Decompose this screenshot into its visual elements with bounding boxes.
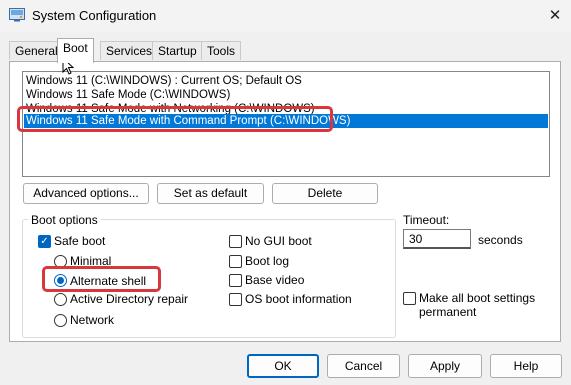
- tab-boot[interactable]: Boot: [57, 38, 94, 63]
- delete-button[interactable]: Delete: [272, 183, 378, 204]
- boot-log-checkbox[interactable]: [229, 255, 242, 268]
- base-video-checkbox[interactable]: [229, 274, 242, 287]
- no-gui-boot-label: No GUI boot: [245, 234, 312, 248]
- network-label: Network: [70, 313, 115, 327]
- tab-services[interactable]: Services: [100, 41, 159, 60]
- os-list-item[interactable]: Windows 11 Safe Mode (C:\WINDOWS): [26, 88, 230, 102]
- os-boot-information-label: OS boot information: [245, 292, 352, 306]
- tab-startup[interactable]: Startup: [152, 41, 203, 60]
- active-directory-repair-label: Active Directory repair: [70, 292, 189, 306]
- help-button[interactable]: Help: [490, 354, 562, 378]
- no-gui-boot-checkbox[interactable]: [229, 235, 242, 248]
- timeout-input[interactable]: 30: [403, 229, 471, 249]
- timeout-label: Timeout:: [403, 213, 450, 227]
- close-icon[interactable]: ✕: [541, 3, 569, 29]
- network-radio[interactable]: [54, 314, 67, 327]
- make-permanent-label-line2: permanent: [419, 305, 477, 319]
- base-video-label: Base video: [245, 273, 305, 287]
- make-permanent-label-line1: Make all boot settings: [419, 291, 536, 305]
- ok-button[interactable]: OK: [247, 354, 319, 378]
- safe-boot-checkbox[interactable]: ✓: [38, 235, 51, 248]
- make-permanent-checkbox[interactable]: [403, 292, 416, 305]
- boot-options-label: Boot options: [28, 213, 101, 227]
- cancel-button[interactable]: Cancel: [327, 354, 400, 378]
- safe-boot-label: Safe boot: [54, 234, 106, 248]
- apply-button[interactable]: Apply: [408, 354, 482, 378]
- active-directory-repair-radio[interactable]: [54, 293, 67, 306]
- msconfig-app-icon: [9, 8, 25, 22]
- advanced-options-button[interactable]: Advanced options...: [23, 183, 149, 204]
- highlight-box-os-item: [17, 106, 333, 132]
- tab-tools[interactable]: Tools: [201, 41, 242, 60]
- set-as-default-button[interactable]: Set as default: [157, 183, 264, 204]
- timeout-unit-label: seconds: [478, 233, 523, 247]
- window-title: System Configuration: [32, 8, 157, 23]
- os-boot-information-checkbox[interactable]: [229, 293, 242, 306]
- highlight-box-alternate-shell: [42, 266, 161, 292]
- tab-general[interactable]: General: [9, 41, 64, 60]
- boot-log-label: Boot log: [245, 254, 290, 268]
